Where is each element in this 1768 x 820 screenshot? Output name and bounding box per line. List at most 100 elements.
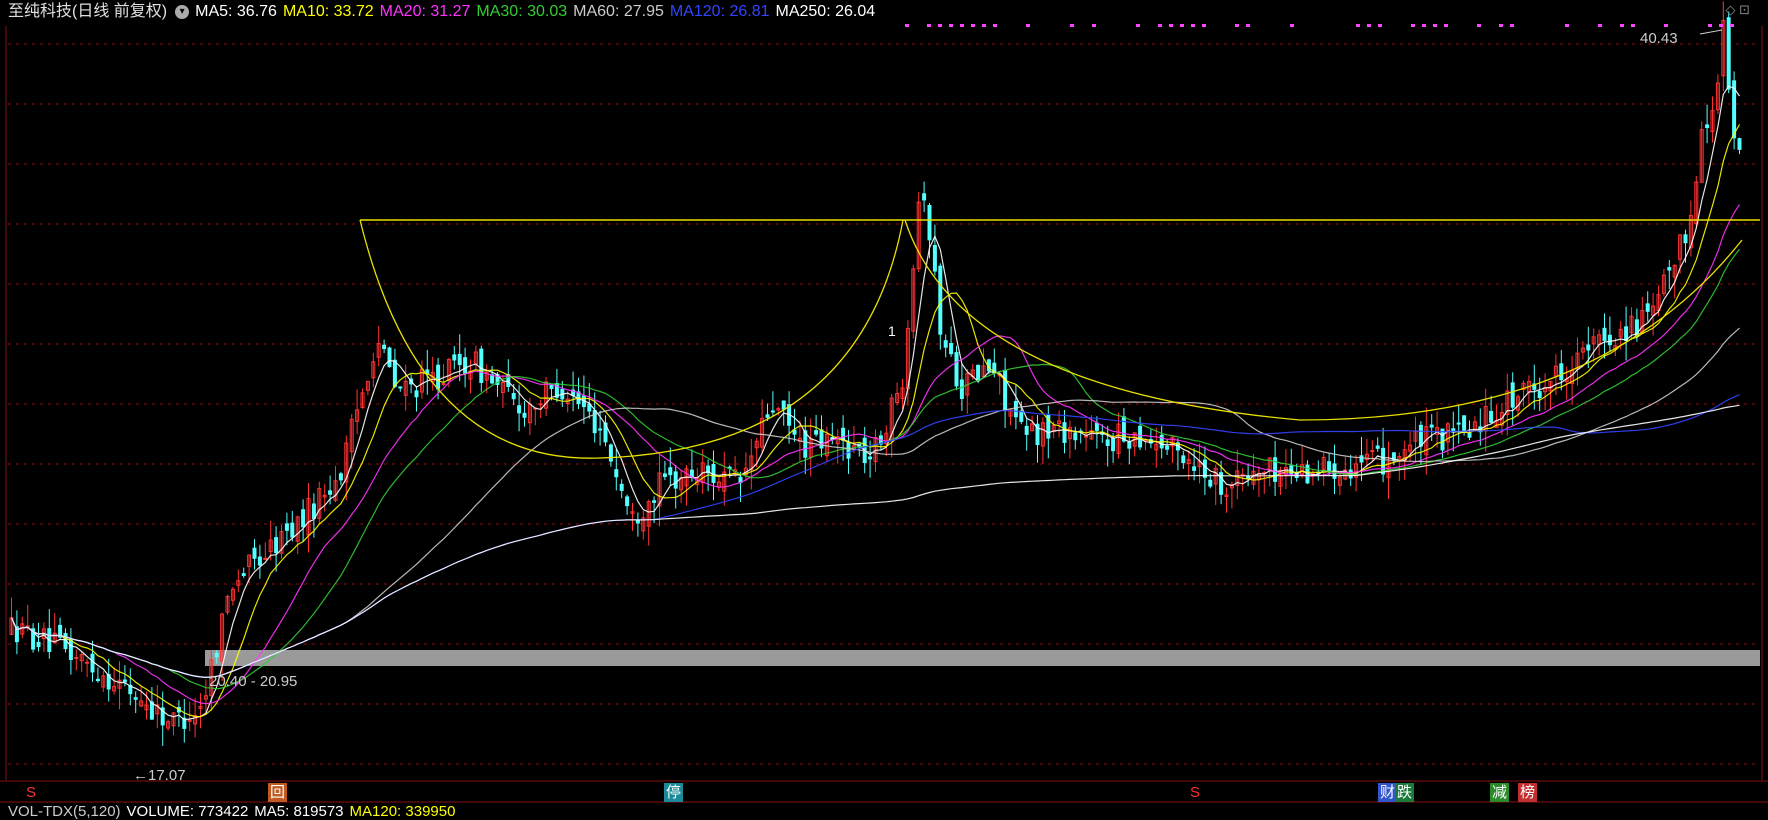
marker-hui[interactable]: 回 <box>268 783 288 802</box>
diamond-icon[interactable]: ◇ <box>1725 2 1735 17</box>
expand-icon[interactable]: ⊡ <box>1739 2 1750 17</box>
signal-dot <box>905 24 909 27</box>
candle-body <box>382 344 387 350</box>
candle-body <box>1586 344 1591 351</box>
candle-body <box>846 442 851 459</box>
signal-dot <box>1719 24 1723 27</box>
vol-indicator[interactable]: VOL-TDX(5,120) <box>8 803 121 820</box>
signal-dot <box>938 24 942 27</box>
candle-body <box>241 573 246 577</box>
ma5-line <box>10 85 1740 721</box>
candle-body <box>1138 425 1143 448</box>
candle-body <box>68 638 73 660</box>
marker-die[interactable]: 跌 <box>1395 783 1415 802</box>
marker-s-2[interactable]: S <box>1188 783 1202 802</box>
candle-body <box>74 657 79 660</box>
candle-body <box>452 354 457 361</box>
candle-body <box>668 467 673 476</box>
signal-dot <box>1708 24 1712 27</box>
chevron-down-icon[interactable]: ▾ <box>175 4 190 19</box>
candle-body <box>625 496 630 507</box>
chart-header: 至纯科技(日线 前复权) ▾ MA5: 36.76 MA10: 33.72 MA20: … <box>8 0 881 24</box>
candle-body <box>954 352 959 387</box>
candle-body <box>1165 445 1170 450</box>
candle-body <box>922 193 927 201</box>
candle-body <box>441 383 446 386</box>
candle-body <box>781 400 786 410</box>
candle-body <box>511 393 516 400</box>
vol-ma5: MA5: 819573 <box>254 803 344 820</box>
candle-body <box>549 384 554 390</box>
signal-dot <box>1664 24 1668 27</box>
candle-body <box>1208 479 1213 487</box>
candle-body <box>1462 415 1467 434</box>
candle-body <box>1327 461 1332 473</box>
marker-jian[interactable]: 减 <box>1490 783 1510 802</box>
signal-dot <box>1730 24 1734 27</box>
ma10-label: MA10: 33.72 <box>282 3 374 20</box>
candle-body <box>1375 445 1380 449</box>
marker-s-1[interactable]: S <box>24 783 38 802</box>
candle-body <box>90 653 95 673</box>
candle-body <box>1192 466 1197 471</box>
candle-body <box>1510 382 1515 408</box>
candle-body <box>598 428 603 431</box>
candle-body <box>1003 369 1008 411</box>
candle-body <box>133 697 138 700</box>
signal-dot <box>1367 24 1371 27</box>
candle-body <box>1062 422 1067 443</box>
signal-dot <box>1235 24 1239 27</box>
candle-body <box>943 340 948 348</box>
signal-dot <box>1565 24 1569 27</box>
ma20-label: MA20: 31.27 <box>379 3 471 20</box>
marker-ting[interactable]: 停 <box>664 783 684 802</box>
candle-body <box>814 430 819 435</box>
candle-body <box>1381 447 1386 475</box>
signal-dot <box>927 24 931 27</box>
candle-body <box>338 473 343 481</box>
signal-dot <box>1092 24 1096 27</box>
candle-body <box>311 503 316 519</box>
candle-body <box>868 456 873 460</box>
signal-dot <box>1070 24 1074 27</box>
candle-body <box>1019 410 1024 422</box>
stock-title[interactable]: 至纯科技(日线 前复权) <box>8 3 167 20</box>
ma60-label: MA60: 27.95 <box>573 3 664 20</box>
kline-chart[interactable]: 40.43 ←17.07 20.40 - 20.95 1 <box>0 0 1768 817</box>
panel-controls[interactable]: ◇ ⊡ <box>1725 2 1750 18</box>
candle-body <box>214 652 219 658</box>
candle-body <box>1737 138 1742 150</box>
candle-body <box>328 490 333 495</box>
candle-body <box>1181 455 1186 464</box>
signal-dot <box>1246 24 1250 27</box>
candle-body <box>463 357 468 374</box>
signal-dot <box>960 24 964 27</box>
candle-body <box>652 500 657 503</box>
signal-dot <box>1631 24 1635 27</box>
candle-body <box>387 347 392 368</box>
candle-body <box>1489 411 1494 423</box>
marker-bang[interactable]: 榜 <box>1518 783 1538 802</box>
signal-dot <box>1422 24 1426 27</box>
candle-body <box>436 364 441 390</box>
candle-body <box>398 386 403 389</box>
candle-body <box>927 205 932 241</box>
candle-body <box>414 390 419 398</box>
candle-body <box>1084 435 1089 438</box>
ma5-label: MA5: 36.76 <box>195 3 277 20</box>
candle-body <box>1456 422 1461 425</box>
high-price-label: 40.43 <box>1640 30 1678 47</box>
candle-body <box>284 523 289 531</box>
signal-dot <box>982 24 986 27</box>
signal-dot <box>1598 24 1602 27</box>
signal-dot <box>1433 24 1437 27</box>
candle-body <box>1013 401 1018 418</box>
ma30-label: MA30: 30.03 <box>476 3 568 20</box>
candle-body <box>1467 432 1472 438</box>
signal-dot <box>1290 24 1294 27</box>
candle-body <box>1202 459 1207 478</box>
candle-body <box>949 343 954 355</box>
candle-body <box>619 483 624 491</box>
candle-body <box>1073 432 1078 441</box>
support-band-label: 20.40 - 20.95 <box>209 673 297 690</box>
